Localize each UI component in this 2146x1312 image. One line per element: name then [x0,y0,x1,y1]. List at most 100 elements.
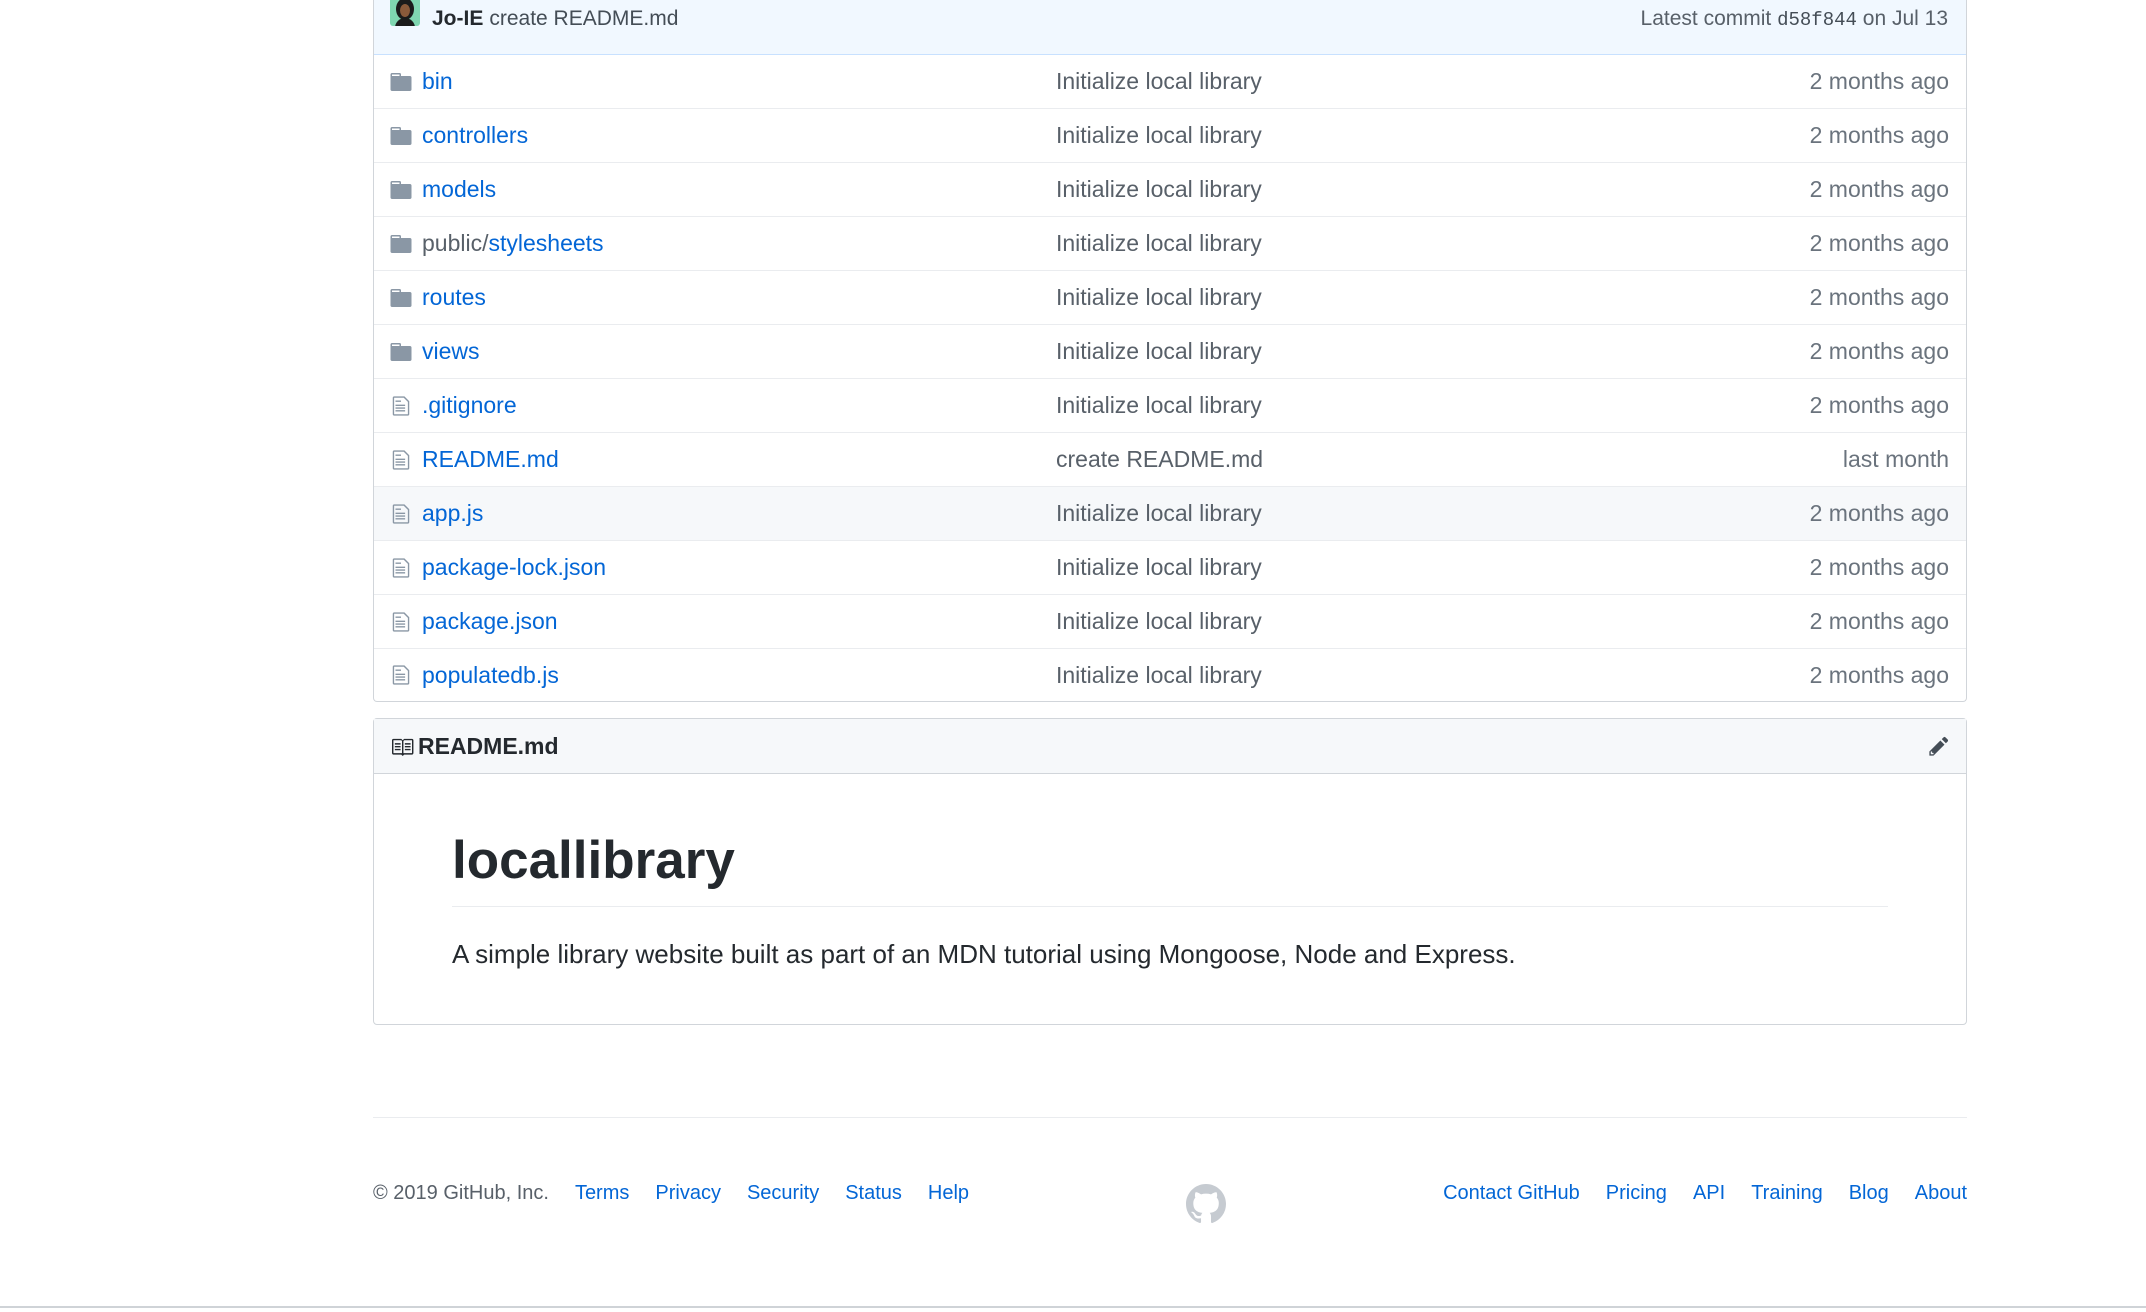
file-name-text[interactable]: populatedb.js [422,662,559,688]
file-commit-age: 2 months ago [1809,230,1949,256]
file-commit-age: 2 months ago [1809,661,1949,688]
file-row[interactable]: public/stylesheets Initialize local libra… [374,217,1966,271]
file-name-text[interactable]: package.json [422,608,558,634]
avatar[interactable] [390,0,420,26]
file-commit-age: last month [1842,446,1949,472]
file-commit-age: 2 months ago [1809,554,1949,580]
file-commit-age: 2 months ago [1809,392,1949,418]
file-commit-age: 2 months ago [1809,608,1949,634]
file-name-text[interactable]: .gitignore [422,392,517,418]
folder-icon [390,126,412,145]
footer-link-about[interactable]: About [1915,1182,1967,1205]
footer-link-status[interactable]: Status [845,1182,902,1205]
commit-message[interactable]: create README.md [489,7,678,31]
file-commit-age: 2 months ago [1809,122,1949,148]
footer-link-help[interactable]: Help [928,1182,969,1205]
file-commit-message[interactable]: Initialize local library [1056,230,1262,257]
file-name-text[interactable]: bin [422,68,453,94]
pencil-icon[interactable] [1928,735,1950,757]
file-row[interactable]: README.md create README.md last month [374,433,1966,487]
file-name-text[interactable]: stylesheets [488,230,603,256]
file-name-link[interactable]: README.md [422,446,1042,473]
file-name-text[interactable]: README.md [422,446,559,472]
file-name-text[interactable]: package-lock.json [422,554,606,580]
file-row[interactable]: views Initialize local library 2 months ag… [374,325,1966,379]
file-name-link[interactable]: package.json [422,608,1042,635]
file-row[interactable]: .gitignore Initialize local library 2 mont… [374,379,1966,433]
file-icon [390,611,412,633]
latest-commit-info: Latest commit d58f844 on Jul 13 [1641,7,1948,31]
file-list: bin Initialize local library 2 months ago c… [374,55,1966,701]
file-name-link[interactable]: routes [422,284,1042,311]
file-commit-message[interactable]: Initialize local library [1056,608,1262,635]
folder-icon [390,288,412,307]
commit-info: Jo-IE create README.md [390,0,678,31]
file-icon [390,395,412,417]
file-row[interactable]: app.js Initialize local library 2 months a… [374,487,1966,541]
file-name-text[interactable]: models [422,176,496,202]
github-mark-icon[interactable] [1186,1184,1226,1229]
footer-copyright: © 2019 GitHub, Inc. [373,1182,549,1204]
footer-link-security[interactable]: Security [747,1182,819,1205]
file-path-prefix[interactable]: public/ [422,230,488,256]
footer-link-api[interactable]: API [1693,1182,1725,1205]
folder-icon [390,234,412,253]
file-row[interactable]: package.json Initialize local library 2 mo… [374,595,1966,649]
file-commit-message[interactable]: Initialize local library [1056,662,1262,689]
file-icon [390,449,412,471]
folder-icon [390,342,412,361]
footer-link-contact[interactable]: Contact GitHub [1443,1182,1580,1205]
file-row[interactable]: routes Initialize local library 2 months a… [374,271,1966,325]
file-name-link[interactable]: views [422,338,1042,365]
file-row[interactable]: models Initialize local library 2 months a… [374,163,1966,217]
readme-description: A simple library website built as part o… [452,939,1516,970]
footer-right: Contact GitHub Pricing API Training Blog… [1417,1182,1967,1205]
readme-title: locallibrary [452,831,1888,908]
readme-header: README.md [374,719,1966,774]
readme-filename: README.md [418,732,559,759]
file-row[interactable]: populatedb.js Initialize local library 2 m… [374,649,1966,701]
file-name-link[interactable]: controllers [422,122,1042,149]
file-commit-message[interactable]: Initialize local library [1056,392,1262,419]
file-name-link[interactable]: app.js [422,500,1042,527]
file-commit-message[interactable]: Initialize local library [1056,176,1262,203]
file-icon [390,557,412,579]
file-name-link[interactable]: models [422,176,1042,203]
footer-link-privacy[interactable]: Privacy [655,1182,721,1205]
file-name-link[interactable]: .gitignore [422,392,1042,419]
folder-icon [390,180,412,199]
commit-sha[interactable]: d58f844 [1777,9,1857,31]
file-commit-message[interactable]: Initialize local library [1056,122,1262,149]
file-name-link[interactable]: package-lock.json [422,554,1042,581]
file-name-text[interactable]: views [422,338,480,364]
file-commit-message[interactable]: create README.md [1056,446,1263,473]
file-name-text[interactable]: controllers [422,122,528,148]
file-name-text[interactable]: routes [422,284,486,310]
file-commit-message[interactable]: Initialize local library [1056,554,1262,581]
repository-content: Jo-IE create README.md Latest commit d58… [373,0,1967,1026]
readme-content: locallibrary A simple library website bu… [374,774,1966,1024]
file-commit-message[interactable]: Initialize local library [1056,500,1262,527]
file-row[interactable]: package-lock.json Initialize local librar… [374,541,1966,595]
file-row[interactable]: controllers Initialize local library 2 mon… [374,109,1966,163]
footer-link-terms[interactable]: Terms [575,1182,629,1205]
file-name-link[interactable]: bin [422,68,1042,95]
footer-link-pricing[interactable]: Pricing [1606,1182,1667,1205]
file-commit-message[interactable]: Initialize local library [1056,338,1262,365]
window-bottom-border [0,1306,2146,1308]
file-commit-age: 2 months ago [1809,68,1949,94]
file-name-text[interactable]: app.js [422,500,483,526]
file-commit-age: 2 months ago [1809,284,1949,310]
readme-box: README.md locallibrary A simple library … [373,718,1967,1026]
footer-link-blog[interactable]: Blog [1849,1182,1889,1205]
file-name-link[interactable]: populatedb.js [422,662,1042,689]
footer-link-training[interactable]: Training [1751,1182,1823,1205]
file-commit-age: 2 months ago [1809,338,1949,364]
commit-author[interactable]: Jo-IE [432,7,483,31]
file-name-link[interactable]: public/stylesheets [422,230,1042,257]
file-row[interactable]: bin Initialize local library 2 months ago [374,55,1966,109]
file-commit-message[interactable]: Initialize local library [1056,68,1262,95]
book-icon [390,736,414,756]
file-commit-message[interactable]: Initialize local library [1056,284,1262,311]
file-icon [390,503,412,525]
